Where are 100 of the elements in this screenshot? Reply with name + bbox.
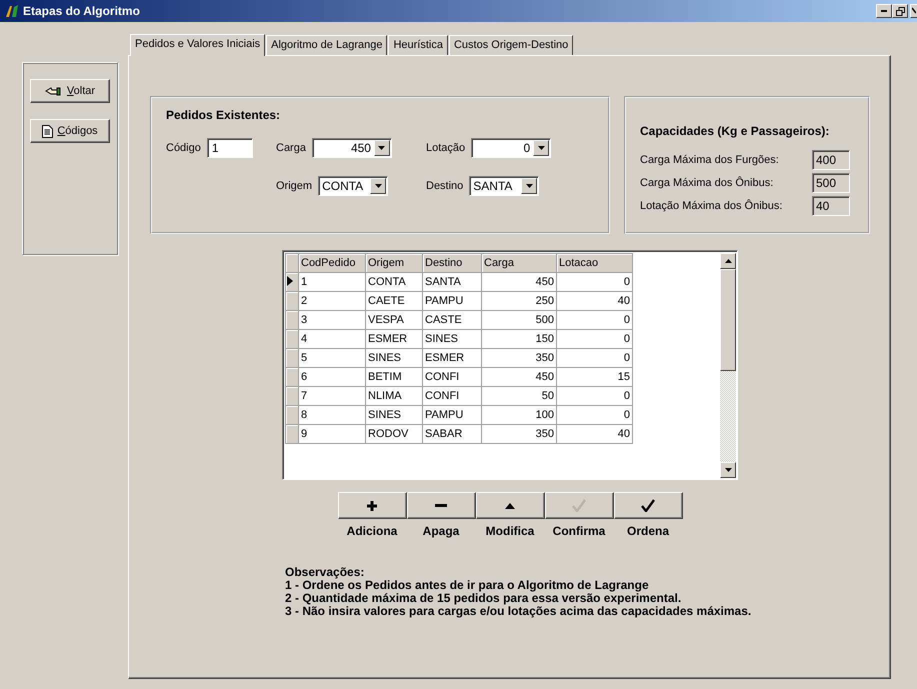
column-header: Carga [482, 254, 556, 272]
table-cell: 0 [556, 272, 632, 292]
close-icon [912, 6, 916, 16]
table-cell: 6 [298, 368, 366, 386]
note-text: 1 - Ordene os Pedidos antes de ir para o Algoritmo de Lagrange [285, 579, 650, 592]
table-cell: 1 [298, 272, 366, 292]
button-caption: Modifica [484, 524, 536, 538]
scroll-thumb[interactable] [720, 269, 736, 371]
tab[interactable]: Heurística [388, 35, 448, 55]
table-cell: 15 [556, 368, 632, 386]
table-cell: BETIM [366, 368, 422, 386]
table-cell: 7 [298, 386, 366, 406]
table-cell: 50 [482, 386, 556, 406]
table-cell: 100 [482, 406, 556, 424]
table-cell: 3 [298, 310, 366, 330]
dropdown[interactable]: 450 [312, 138, 392, 158]
table-cell: NLIMA [366, 386, 422, 406]
tab[interactable]: Custos Origem-Destino [448, 35, 574, 55]
button-caption: Ordena [626, 524, 670, 538]
table-cell: 0 [556, 330, 632, 348]
caret-down-icon [374, 184, 382, 188]
restore-button[interactable] [892, 4, 908, 18]
dropdown[interactable]: SANTA [469, 176, 540, 196]
check-icon [641, 499, 655, 512]
table-cell: 8 [298, 406, 366, 424]
minimize-button[interactable] [876, 4, 892, 18]
column-header: Origem [366, 254, 422, 272]
check-icon [572, 499, 586, 512]
table-cell: 40 [556, 292, 632, 310]
dropdown[interactable]: CONTA [318, 176, 388, 196]
table-cell: CASTE [422, 310, 482, 330]
caret-down-icon [724, 468, 732, 472]
document-icon [42, 124, 54, 138]
table-cell: CONFI [422, 386, 482, 406]
scroll-down-button[interactable] [720, 462, 736, 478]
button-caption: Apaga [422, 524, 460, 538]
group-title: Capacidades (Kg e Passageiros): [640, 124, 830, 138]
scroll-up-button[interactable] [720, 253, 736, 269]
column-header: Destino [422, 254, 482, 272]
table-cell: ESMER [366, 330, 422, 348]
read-only-field: 400 [812, 150, 850, 170]
field-label: Origem [276, 180, 312, 192]
table-cell: SABAR [422, 424, 482, 444]
table-cell: SANTA [422, 272, 482, 292]
table-cell: ESMER [422, 348, 482, 368]
toolbar-button[interactable] [476, 492, 544, 519]
table-cell: 4 [298, 330, 366, 348]
field-label: Código [166, 142, 201, 154]
toolbar-button[interactable] [338, 492, 406, 519]
caret-up-icon [724, 259, 732, 263]
table-cell: 2 [298, 292, 366, 310]
table-cell: PAMPU [422, 292, 482, 310]
read-only-field: 500 [812, 172, 850, 192]
button-caption: Confirma [552, 524, 606, 538]
table-cell: 350 [482, 348, 556, 368]
table-cell: CAETE [366, 292, 422, 310]
table-cell: VESPA [366, 310, 422, 330]
group-title: Pedidos Existentes: [166, 108, 282, 122]
toolbar-button[interactable] [406, 492, 476, 519]
toolbar-button[interactable] [614, 492, 682, 519]
table-cell: 500 [482, 310, 556, 330]
note-text: 2 - Quantidade máxima de 15 pedidos para essa versão experimental. [285, 592, 682, 605]
app-icon [4, 3, 20, 19]
field-label: Lotação [426, 142, 466, 154]
codes-button[interactable]: Códigos [30, 119, 110, 143]
minimize-icon [881, 10, 887, 12]
close-button[interactable] [910, 4, 917, 18]
table-cell: RODOV [366, 424, 422, 444]
column-header: CodPedido [298, 254, 366, 272]
table-cell: 0 [556, 386, 632, 406]
scrollbar[interactable] [720, 253, 736, 478]
dropdown[interactable]: 0 [471, 138, 552, 158]
minus-icon [435, 504, 447, 507]
window-title: Etapas do Algoritmo [23, 4, 141, 18]
table-cell: CONFI [422, 368, 482, 386]
field-label: Destino [426, 180, 464, 192]
plus-icon [367, 500, 377, 510]
button-caption: Adiciona [346, 524, 398, 538]
input-field[interactable]: 1 [206, 138, 253, 158]
field-label: Carga [276, 142, 306, 154]
table-cell: 450 [482, 272, 556, 292]
table-cell: PAMPU [422, 406, 482, 424]
pointing-hand-icon [44, 86, 63, 96]
table-cell: 250 [482, 292, 556, 310]
table-cell: 0 [556, 406, 632, 424]
notes-title: Observações: [285, 566, 366, 579]
table-cell: SINES [366, 348, 422, 368]
caret-down-icon [526, 184, 533, 188]
note-text: 3 - Não insira valores para cargas e/ou lotações acima das capacidades máximas. [285, 605, 752, 618]
tab[interactable]: Pedidos e Valores Iniciais [130, 34, 266, 56]
restore-icon [896, 6, 904, 16]
field-label: Carga Máxima dos Ônibus: [640, 176, 774, 188]
table-cell: CONTA [366, 272, 422, 292]
read-only-field: 40 [812, 196, 850, 216]
back-button[interactable]: Voltar [30, 79, 110, 103]
table-cell: 9 [298, 424, 366, 444]
table-cell: SINES [422, 330, 482, 348]
table-cell: 40 [556, 424, 632, 444]
tab[interactable]: Algoritmo de Lagrange [266, 35, 388, 55]
caret-down-icon [538, 146, 545, 150]
